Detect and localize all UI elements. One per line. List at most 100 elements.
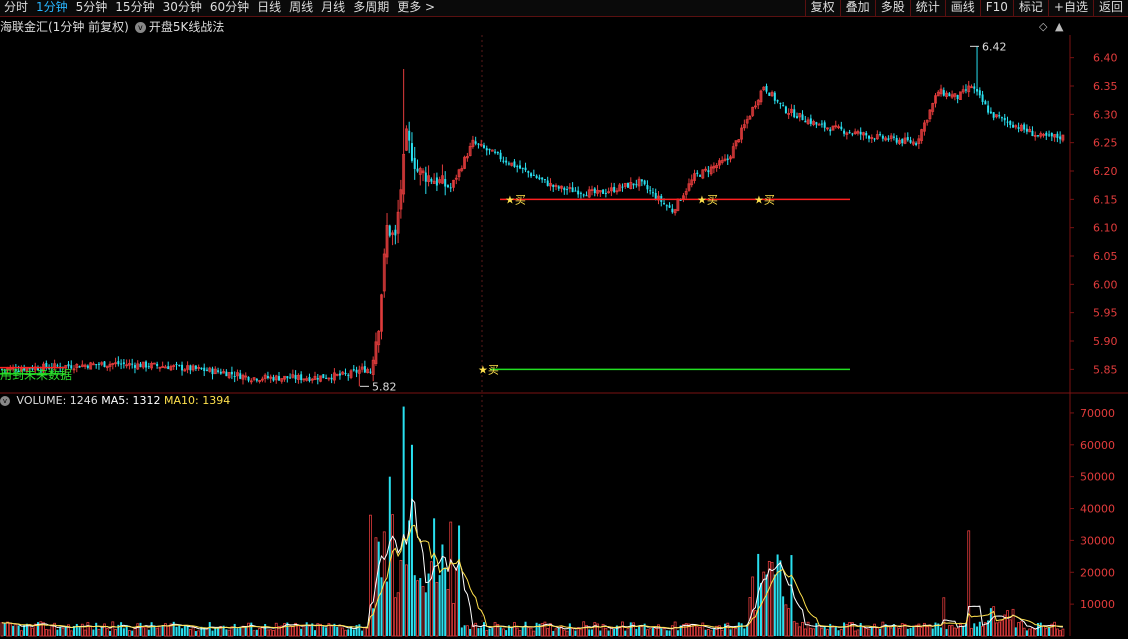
volume-bar: [1044, 628, 1048, 637]
volume-bar: [380, 577, 383, 636]
volume-bar: [648, 628, 652, 637]
candle-body: [976, 89, 979, 92]
volume-bar: [92, 629, 95, 636]
candle-body: [167, 366, 170, 370]
volume-bar: [823, 625, 826, 636]
candle-body: [145, 361, 148, 368]
candle-body: [784, 106, 787, 113]
volume-bar: [458, 525, 461, 636]
volume-bar: [665, 630, 668, 636]
candle-body: [1050, 132, 1053, 137]
candle-body: [233, 376, 236, 378]
volume-bar: [782, 596, 785, 636]
volume-bar: [571, 628, 575, 637]
candle-body: [194, 365, 197, 369]
candle-body: [369, 371, 372, 373]
chevron-down-icon[interactable]: v: [0, 396, 10, 406]
candle-body: [86, 365, 89, 368]
volume-bar: [613, 628, 616, 636]
volume-bar: [784, 604, 788, 637]
candle-body: [574, 190, 577, 192]
volume-bar: [233, 623, 236, 636]
volume-bar: [1031, 627, 1034, 637]
candle-body: [848, 132, 851, 134]
candle-body: [117, 361, 120, 365]
candle-body: [699, 175, 702, 177]
volume-tick-label: 50000: [1080, 471, 1115, 484]
candle-body: [444, 178, 447, 187]
volume-bar: [288, 625, 292, 637]
candle-body: [316, 378, 319, 380]
volume-bar: [300, 628, 303, 636]
volume-bar: [568, 623, 571, 636]
price-volume-chart[interactable]: 5.85 5.90 5.95 6.00 6.05 6.10 6.15 6.20 6.25 6.30…: [0, 0, 1128, 639]
volume-bar: [50, 624, 54, 637]
volume-bar: [429, 561, 433, 637]
volume-bar: [120, 622, 123, 636]
volume-bar: [200, 626, 203, 636]
candle-body: [1036, 135, 1039, 137]
volume-bar: [848, 622, 852, 637]
volume-bar: [128, 630, 131, 637]
volume-bar: [562, 629, 566, 637]
candle-body: [388, 225, 391, 236]
candle-body: [147, 366, 150, 368]
volume-bar: [158, 625, 162, 637]
ma5-line: [1, 498, 1063, 630]
candle-body: [895, 137, 898, 143]
volume-bar: [141, 627, 145, 637]
candle-body: [804, 120, 807, 123]
volume-bar: [264, 623, 267, 636]
volume-bar: [433, 518, 436, 636]
ma10-value: MA10: 1394: [163, 394, 231, 407]
volume-bar: [386, 581, 389, 636]
candle-body: [217, 370, 220, 372]
volume-bar: [795, 622, 799, 637]
candle-body: [175, 363, 178, 365]
volume-bar: [56, 629, 59, 636]
volume-bar: [839, 628, 843, 637]
candle-body: [289, 377, 292, 379]
volume-bar: [654, 628, 658, 637]
volume-bar: [211, 630, 214, 636]
volume-bar: [181, 628, 184, 636]
candle-body: [344, 372, 347, 375]
volume-bar: [247, 622, 250, 637]
volume-bar: [837, 630, 840, 636]
volume-bar: [491, 627, 494, 636]
price-tick-label: 6.10: [1093, 222, 1118, 235]
volume-bar: [95, 622, 98, 636]
volume-bar: [131, 630, 134, 636]
volume-bar: [78, 627, 81, 636]
volume-bar: [144, 626, 148, 637]
volume-bar: [393, 597, 397, 637]
volume-bar: [12, 625, 15, 636]
volume-bar: [701, 622, 705, 637]
volume-value: VOLUME: 1246: [16, 394, 98, 407]
candle-body: [635, 184, 638, 186]
candle-body: [984, 101, 987, 105]
volume-bar: [17, 625, 20, 636]
volume-bar: [452, 603, 455, 637]
volume-bar: [175, 626, 178, 636]
candle-body: [843, 130, 846, 134]
candle-body: [1056, 133, 1059, 138]
buy-signal: ★买: [505, 193, 526, 206]
volume-bar: [8, 623, 12, 637]
candle-body: [829, 129, 832, 132]
candle-body: [865, 133, 868, 136]
volume-bar: [853, 630, 857, 637]
volume-tick-label: 60000: [1080, 439, 1115, 452]
volume-bar: [920, 627, 924, 637]
volume-bar: [416, 580, 419, 637]
candle-body: [363, 366, 366, 373]
volume-bar: [413, 575, 416, 636]
volume-bar: [646, 629, 649, 637]
candle-body: [103, 361, 106, 367]
candle-body: [942, 90, 945, 96]
candle-body: [593, 188, 596, 194]
volume-bar: [945, 629, 948, 636]
candle-body: [627, 183, 630, 188]
candle-body: [987, 105, 990, 113]
volume-bar: [336, 626, 339, 636]
